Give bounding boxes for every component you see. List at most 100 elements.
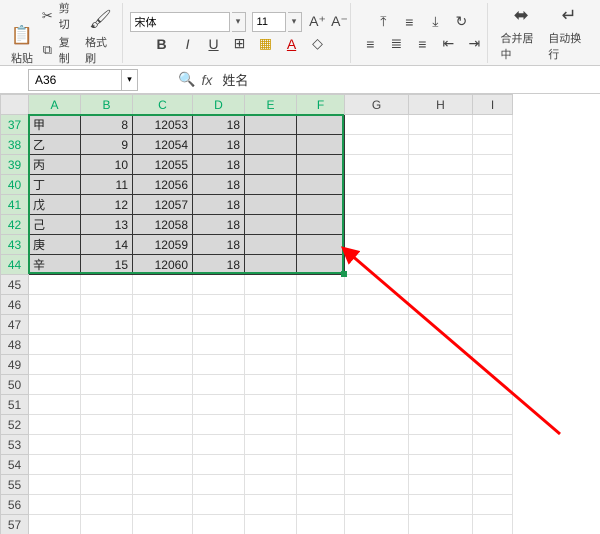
col-header-H[interactable]: H: [409, 95, 473, 115]
cell-B38[interactable]: 9: [81, 135, 133, 155]
cell-C51[interactable]: [133, 395, 193, 415]
bold-button[interactable]: B: [152, 34, 172, 54]
cell-C49[interactable]: [133, 355, 193, 375]
row-header-50[interactable]: 50: [1, 375, 29, 395]
decrease-font-icon[interactable]: A⁻: [330, 12, 350, 32]
cell-H57[interactable]: [409, 515, 473, 534]
cell-F48[interactable]: [297, 335, 345, 355]
cell-B52[interactable]: [81, 415, 133, 435]
cell-H53[interactable]: [409, 435, 473, 455]
cell-G56[interactable]: [345, 495, 409, 515]
cell-E42[interactable]: [245, 215, 297, 235]
cell-C45[interactable]: [133, 275, 193, 295]
col-header-E[interactable]: E: [245, 95, 297, 115]
cell-H56[interactable]: [409, 495, 473, 515]
cell-E45[interactable]: [245, 275, 297, 295]
cell-C57[interactable]: [133, 515, 193, 534]
col-header-F[interactable]: F: [297, 95, 345, 115]
cell-B46[interactable]: [81, 295, 133, 315]
cell-D54[interactable]: [193, 455, 245, 475]
cell-H43[interactable]: [409, 235, 473, 255]
cell-C38[interactable]: 12054: [133, 135, 193, 155]
row-header-46[interactable]: 46: [1, 295, 29, 315]
cell-D38[interactable]: 18: [193, 135, 245, 155]
align-top-icon[interactable]: ⤒: [373, 12, 393, 32]
cell-I57[interactable]: [473, 515, 513, 534]
cell-B43[interactable]: 14: [81, 235, 133, 255]
row-header-53[interactable]: 53: [1, 435, 29, 455]
cell-H51[interactable]: [409, 395, 473, 415]
row-header-57[interactable]: 57: [1, 515, 29, 534]
cell-I39[interactable]: [473, 155, 513, 175]
fill-color-button[interactable]: ▦: [256, 34, 276, 54]
cell-F45[interactable]: [297, 275, 345, 295]
cell-D50[interactable]: [193, 375, 245, 395]
cell-D57[interactable]: [193, 515, 245, 534]
cell-G40[interactable]: [345, 175, 409, 195]
row-header-55[interactable]: 55: [1, 475, 29, 495]
cell-C46[interactable]: [133, 295, 193, 315]
cell-H45[interactable]: [409, 275, 473, 295]
col-header-G[interactable]: G: [345, 95, 409, 115]
cell-F39[interactable]: [297, 155, 345, 175]
align-bottom-icon[interactable]: ⤓: [425, 12, 445, 32]
cell-F44[interactable]: [297, 255, 345, 275]
border-button[interactable]: ⊞: [230, 34, 250, 54]
cell-E51[interactable]: [245, 395, 297, 415]
cell-E52[interactable]: [245, 415, 297, 435]
cell-G48[interactable]: [345, 335, 409, 355]
cell-A46[interactable]: [29, 295, 81, 315]
font-name-select[interactable]: [130, 12, 230, 32]
row-header-49[interactable]: 49: [1, 355, 29, 375]
cell-G52[interactable]: [345, 415, 409, 435]
cell-E49[interactable]: [245, 355, 297, 375]
cut-button[interactable]: ✂ 剪切: [40, 0, 79, 32]
cell-A55[interactable]: [29, 475, 81, 495]
cell-A45[interactable]: [29, 275, 81, 295]
cell-C55[interactable]: [133, 475, 193, 495]
underline-button[interactable]: U: [204, 34, 224, 54]
wrap-text-button[interactable]: ↵ 自动换行: [548, 4, 590, 62]
cell-A50[interactable]: [29, 375, 81, 395]
cell-I50[interactable]: [473, 375, 513, 395]
cell-C50[interactable]: [133, 375, 193, 395]
cell-H38[interactable]: [409, 135, 473, 155]
row-header-37[interactable]: 37: [1, 115, 29, 135]
cell-B37[interactable]: 8: [81, 115, 133, 135]
cell-B49[interactable]: [81, 355, 133, 375]
cell-H54[interactable]: [409, 455, 473, 475]
row-header-51[interactable]: 51: [1, 395, 29, 415]
cell-I55[interactable]: [473, 475, 513, 495]
cell-G49[interactable]: [345, 355, 409, 375]
cell-B53[interactable]: [81, 435, 133, 455]
cell-H44[interactable]: [409, 255, 473, 275]
cell-D39[interactable]: 18: [193, 155, 245, 175]
cell-F49[interactable]: [297, 355, 345, 375]
cell-A42[interactable]: 己: [29, 215, 81, 235]
chevron-down-icon[interactable]: ▾: [232, 12, 246, 32]
cell-G51[interactable]: [345, 395, 409, 415]
cell-A38[interactable]: 乙: [29, 135, 81, 155]
format-painter-button[interactable]: 🖌 格式刷: [85, 8, 116, 66]
cell-F41[interactable]: [297, 195, 345, 215]
clear-format-button[interactable]: ◇: [308, 34, 328, 54]
name-box[interactable]: A36 ▾: [28, 69, 138, 91]
cell-B41[interactable]: 12: [81, 195, 133, 215]
cell-I45[interactable]: [473, 275, 513, 295]
row-header-39[interactable]: 39: [1, 155, 29, 175]
cell-I49[interactable]: [473, 355, 513, 375]
cell-E54[interactable]: [245, 455, 297, 475]
row-header-44[interactable]: 44: [1, 255, 29, 275]
cell-A44[interactable]: 辛: [29, 255, 81, 275]
cell-I48[interactable]: [473, 335, 513, 355]
cell-D37[interactable]: 18: [193, 115, 245, 135]
cell-F56[interactable]: [297, 495, 345, 515]
cell-D41[interactable]: 18: [193, 195, 245, 215]
cell-D49[interactable]: [193, 355, 245, 375]
cell-C39[interactable]: 12055: [133, 155, 193, 175]
cell-G55[interactable]: [345, 475, 409, 495]
cell-H50[interactable]: [409, 375, 473, 395]
cell-D56[interactable]: [193, 495, 245, 515]
cell-I53[interactable]: [473, 435, 513, 455]
align-center-icon[interactable]: ≣: [386, 34, 406, 54]
